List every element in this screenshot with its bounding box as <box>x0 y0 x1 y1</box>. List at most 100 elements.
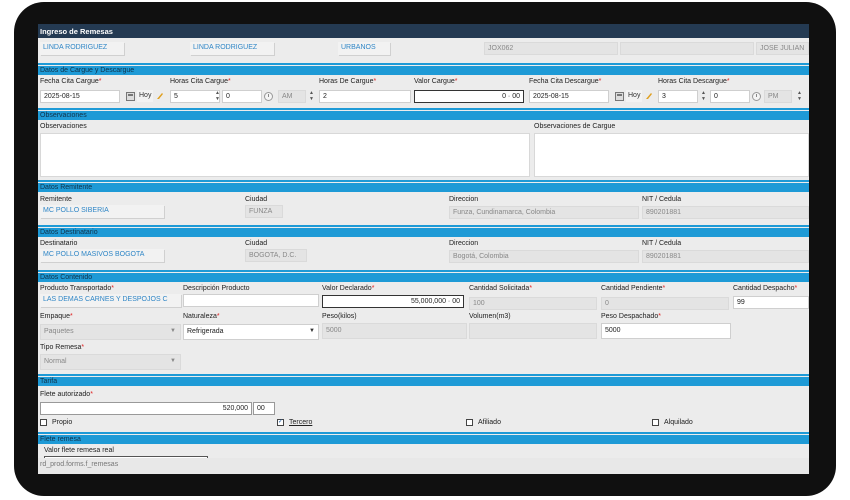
chevron-down-icon[interactable]: ▼ <box>170 328 176 334</box>
horas-descargue-label: Horas Cita Descargue* <box>658 78 730 85</box>
valor-cargue-input[interactable]: 0 · 00 <box>414 90 524 103</box>
ampm-descargue-spinner[interactable]: ▲ ▼ <box>796 90 803 102</box>
ciudad-label: Ciudad <box>245 240 268 247</box>
cantidad-despacho-input[interactable]: 99 <box>733 296 809 309</box>
section-tarifa: Tarifa <box>38 374 809 386</box>
hoy-button[interactable]: Hoy <box>626 90 643 102</box>
ampm-spinner[interactable]: ▲ ▼ <box>308 90 315 102</box>
afiliado-checkbox[interactable] <box>466 419 473 426</box>
hoy-button[interactable]: Hoy <box>137 90 154 102</box>
direccion-remitente-field: Funza, Cundinamarca, Colombia <box>449 206 639 219</box>
category-field[interactable]: URBANOS <box>338 42 390 55</box>
remitente-field[interactable]: MC POLLO SIBERIA <box>40 205 164 218</box>
fecha-cita-label: Fecha Cita Cargue* <box>40 78 102 85</box>
section-remitente: Datos Remitente <box>38 180 809 192</box>
cantidad-pendiente-field: 0 <box>601 297 729 310</box>
section-flete-remesa: Flete remesa <box>38 432 809 444</box>
status-bar: rd_prod.forms.f_remesas <box>38 458 809 474</box>
observaciones-cargue-label: Observaciones de Cargue <box>534 123 616 130</box>
naturaleza-label: Naturaleza* <box>183 313 220 320</box>
alquilado-label: Alquilado <box>664 419 693 426</box>
clock-icon[interactable] <box>264 92 273 101</box>
nit-label: NIT / Cedula <box>642 196 682 203</box>
peso-despachado-label: Peso Despachado* <box>601 313 661 320</box>
afiliado-label: Afiliado <box>478 419 501 426</box>
chevron-down-icon[interactable]: ▼ <box>170 358 176 364</box>
empaque-label: Empaque* <box>40 313 73 320</box>
nit-destinatario-field: 890201881 <box>642 250 809 263</box>
flete-label: Flete autorizado* <box>40 391 93 398</box>
calendar-icon[interactable] <box>615 92 624 101</box>
peso-field: 5000 <box>322 323 467 339</box>
horas-cita-label: Horas Cita Cargue* <box>170 78 231 85</box>
direccion-label: Direccion <box>449 240 479 247</box>
valor-declarado-label: Valor Declarado* <box>322 285 375 292</box>
user-field-2[interactable]: LINDA RODRIGUEZ <box>190 42 274 55</box>
section-destinatario: Datos Destinatario <box>38 225 809 237</box>
horas-input[interactable]: 5 <box>170 90 220 103</box>
horas-de-cargue-label: Horas De Cargue* <box>319 78 377 85</box>
chevron-down-icon[interactable]: ▼ <box>309 328 315 334</box>
app-screen: Ingreso de Remesas LINDA RODRIGUEZ LINDA… <box>38 24 809 474</box>
cantidad-despacho-label: Cantidad Despacho* <box>733 285 798 292</box>
observaciones-textarea[interactable] <box>40 133 530 177</box>
horas-descargue-spinner[interactable]: ▲ ▼ <box>700 90 707 102</box>
empaque-select[interactable]: Paquetes <box>40 324 181 340</box>
plate-field[interactable]: JOX062 <box>484 42 618 55</box>
minutos-input[interactable]: 0 <box>222 90 262 103</box>
ampm-descargue-select[interactable]: PM <box>764 90 792 103</box>
propio-checkbox[interactable] <box>40 419 47 426</box>
calendar-icon[interactable] <box>126 92 135 101</box>
observaciones-label: Observaciones <box>40 123 87 130</box>
user-field-1[interactable]: LINDA RODRIGUEZ <box>40 42 124 55</box>
producto-label: Producto Transportado* <box>40 285 114 292</box>
flete-decimals-input[interactable]: 00 <box>253 402 275 415</box>
section-observaciones: Observaciones <box>38 108 809 120</box>
valor-declarado-input[interactable]: 55,000,000 · 00 <box>322 295 464 308</box>
destinatario-label: Destinatario <box>40 240 78 247</box>
horas-spinner[interactable]: ▲ ▼ <box>214 90 221 102</box>
valor-cargue-label: Valor Cargue* <box>414 78 458 85</box>
horas-descargue-input[interactable]: 3 <box>658 90 698 103</box>
observaciones-cargue-textarea[interactable] <box>534 133 809 177</box>
naturaleza-select[interactable]: Refrigerada <box>183 324 319 340</box>
volumen-field <box>469 323 597 339</box>
tipo-remesa-label: Tipo Remesa* <box>40 344 85 351</box>
descripcion-label: Descripción Producto <box>183 285 250 292</box>
window-title: Ingreso de Remesas <box>38 24 809 38</box>
ampm-select[interactable]: AM <box>278 90 306 103</box>
tipo-remesa-select[interactable]: Normal <box>40 354 181 370</box>
volumen-label: Volumen(m3) <box>469 313 511 320</box>
driver-field[interactable]: JOSE JULIAN <box>756 42 809 55</box>
cantidad-solicitada-label: Cantidad Solicitada* <box>469 285 533 292</box>
peso-despachado-input[interactable]: 5000 <box>601 323 731 339</box>
producto-field[interactable]: LAS DEMAS CARNES Y DESPOJOS C <box>40 294 181 307</box>
fecha-descargue-input[interactable]: 2025-08-15 <box>529 90 609 103</box>
clock-icon[interactable] <box>752 92 761 101</box>
blank-field[interactable] <box>620 42 754 55</box>
minutos-descargue-input[interactable]: 0 <box>710 90 750 103</box>
cantidad-pendiente-label: Cantidad Pendiente* <box>601 285 666 292</box>
ciudad-remitente-field[interactable]: FUNZA <box>245 205 283 218</box>
alquilado-checkbox[interactable] <box>652 419 659 426</box>
cantidad-solicitada-field: 100 <box>469 297 597 310</box>
fecha-cita-input[interactable]: 2025-08-15 <box>40 90 120 103</box>
tercero-checkbox[interactable]: ✓ <box>277 419 284 426</box>
nit-remitente-field: 890201881 <box>642 206 809 219</box>
ciudad-destinatario-field[interactable]: BOGOTA, D.C. <box>245 249 307 262</box>
valor-real-label: Valor flete remesa real <box>44 447 114 454</box>
peso-label: Peso(kilos) <box>322 313 357 320</box>
section-contenido: Datos Contenido <box>38 270 809 282</box>
fecha-descargue-label: Fecha Cita Descargue* <box>529 78 602 85</box>
horas-de-cargue-input[interactable]: 2 <box>319 90 411 103</box>
descripcion-input[interactable] <box>183 294 319 307</box>
destinatario-field[interactable]: MC POLLO MASIVOS BOGOTA <box>40 249 164 262</box>
direccion-destinatario-field: Bogotá, Colombia <box>449 250 639 263</box>
tercero-label: Tercero <box>289 419 313 426</box>
hand-icon[interactable] <box>156 91 164 100</box>
propio-label: Propio <box>52 419 73 426</box>
hand-icon[interactable] <box>645 91 653 100</box>
flete-input[interactable]: 520,000 <box>40 402 252 415</box>
ciudad-label: Ciudad <box>245 196 268 203</box>
remitente-label: Remitente <box>40 196 72 203</box>
